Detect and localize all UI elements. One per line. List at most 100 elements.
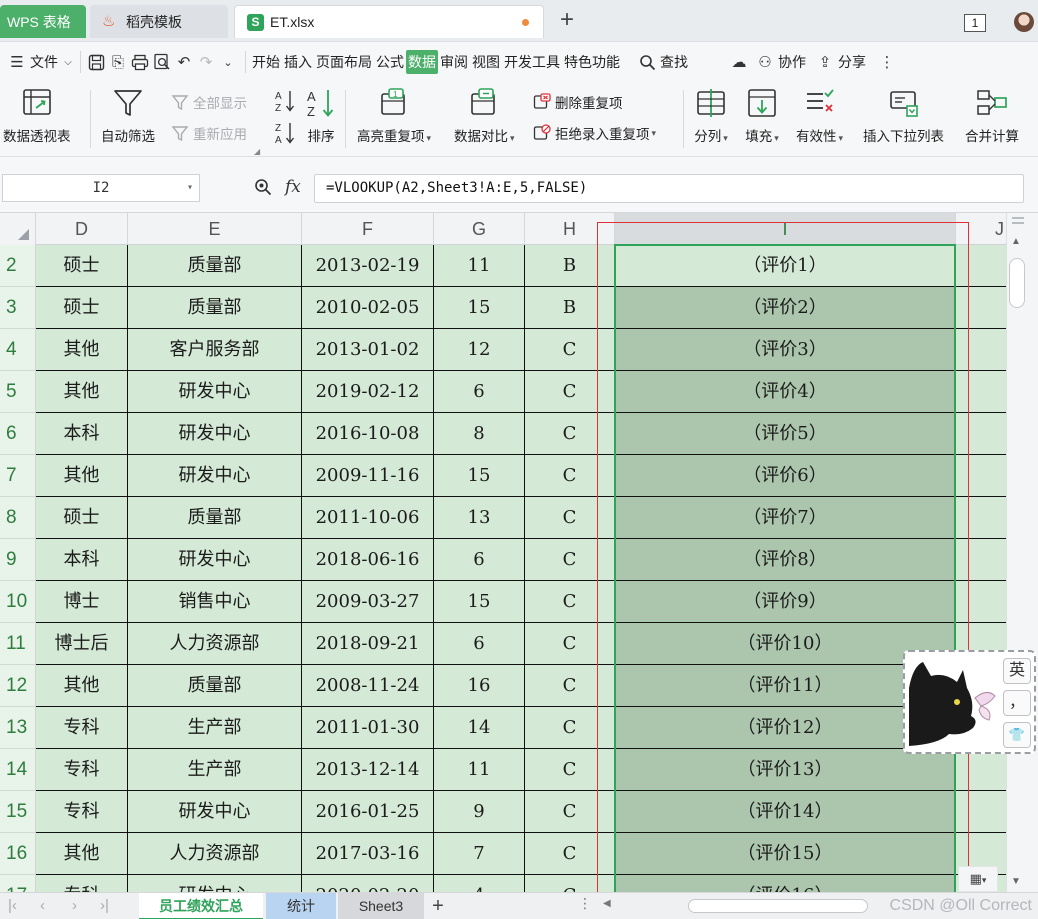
cell-d[interactable]: 博士后 [36, 623, 128, 665]
column-header-j[interactable]: J [956, 213, 1006, 245]
spreadsheet-grid[interactable]: D E F G H I J 2 硕士 质量部 2013-02-19 11 B （评价1） 3 硕… [0, 213, 1006, 892]
cell-f[interactable]: 2013-02-19 [302, 245, 434, 287]
row-header[interactable]: 14 [0, 749, 36, 791]
cell-f[interactable]: 2009-03-27 [302, 581, 434, 623]
window-count-badge[interactable]: 1 [964, 14, 986, 32]
cell-f[interactable]: 2011-10-06 [302, 497, 434, 539]
cell-i[interactable]: （评价5） [615, 413, 956, 455]
share-icon[interactable]: ⇪ [814, 51, 836, 73]
row-header[interactable]: 3 [0, 287, 36, 329]
cell-d[interactable]: 专科 [36, 749, 128, 791]
cell-d[interactable]: 其他 [36, 455, 128, 497]
ime-skin-icon[interactable]: 👕 [1003, 722, 1031, 748]
save-icon[interactable] [85, 51, 107, 73]
last-sheet-icon[interactable]: ›| [100, 897, 109, 914]
cell-i[interactable]: （评价8） [615, 539, 956, 581]
cell-g[interactable]: 6 [434, 371, 525, 413]
hamburger-menu-icon[interactable]: ☰ [6, 51, 28, 73]
next-sheet-icon[interactable]: › [72, 897, 77, 914]
cell-e[interactable]: 质量部 [128, 245, 302, 287]
row-header[interactable]: 5 [0, 371, 36, 413]
cell-e[interactable]: 人力资源部 [128, 623, 302, 665]
cell-e[interactable]: 生产部 [128, 749, 302, 791]
cell-f[interactable]: 2019-02-12 [302, 371, 434, 413]
first-sheet-icon[interactable]: |‹ [8, 897, 17, 914]
cell-i[interactable]: （评价2） [615, 287, 956, 329]
cell-g[interactable]: 15 [434, 287, 525, 329]
menu-search[interactable]: 查找 [658, 50, 690, 74]
redo-icon[interactable]: ↷ [195, 51, 217, 73]
vertical-scroll-thumb[interactable] [1009, 258, 1025, 308]
cell-j[interactable] [956, 413, 1006, 455]
cell-h[interactable]: C [525, 455, 615, 497]
cell-g[interactable]: 16 [434, 665, 525, 707]
cell-d[interactable]: 专科 [36, 875, 128, 892]
fill-button[interactable]: 填充 ▾ [745, 86, 779, 145]
row-header[interactable]: 12 [0, 665, 36, 707]
menu-developer[interactable]: 开发工具 [502, 50, 562, 74]
menu-formulas[interactable]: 公式 [374, 50, 406, 74]
cell-h[interactable]: C [525, 581, 615, 623]
cell-h[interactable]: C [525, 539, 615, 581]
cell-h[interactable]: B [525, 245, 615, 287]
menu-special-features[interactable]: 特色功能 [562, 50, 622, 74]
cell-j[interactable] [956, 581, 1006, 623]
more-options-icon[interactable]: ⋮ [578, 895, 592, 912]
cell-j[interactable] [956, 329, 1006, 371]
highlight-duplicates-button[interactable]: 1 高亮重复项 ▾ [357, 86, 431, 145]
cloud-sync-icon[interactable]: ☁ [728, 51, 750, 73]
row-header[interactable]: 7 [0, 455, 36, 497]
cell-d[interactable]: 其他 [36, 833, 128, 875]
cell-f[interactable]: 2018-09-21 [302, 623, 434, 665]
cell-j[interactable] [956, 497, 1006, 539]
data-validation-button[interactable]: 有效性 ▾ [796, 86, 843, 145]
menu-page-layout[interactable]: 页面布局 [314, 50, 374, 74]
cell-i[interactable]: （评价9） [615, 581, 956, 623]
cell-i[interactable]: （评价14） [615, 791, 956, 833]
sort-descending-button[interactable]: ZA [274, 120, 296, 146]
horizontal-scroll-thumb[interactable] [688, 899, 868, 913]
cell-g[interactable]: 6 [434, 623, 525, 665]
menu-data[interactable]: 数据 [406, 50, 438, 74]
cell-f[interactable]: 2017-03-16 [302, 833, 434, 875]
reapply-button[interactable]: 重新应用 [171, 123, 247, 143]
cell-d[interactable]: 其他 [36, 665, 128, 707]
cell-e[interactable]: 研发中心 [128, 371, 302, 413]
scroll-left-icon[interactable]: ◀ [603, 898, 611, 909]
zoom-cell-icon[interactable] [254, 178, 272, 196]
cell-d[interactable]: 其他 [36, 329, 128, 371]
scroll-up-icon[interactable]: ▲ [1011, 236, 1021, 247]
row-header[interactable]: 9 [0, 539, 36, 581]
cell-g[interactable]: 12 [434, 329, 525, 371]
cell-g[interactable]: 15 [434, 455, 525, 497]
cell-d[interactable]: 本科 [36, 413, 128, 455]
print-icon[interactable] [129, 51, 151, 73]
cell-h[interactable]: C [525, 833, 615, 875]
cell-d[interactable]: 本科 [36, 539, 128, 581]
text-to-columns-button[interactable]: 分列 ▾ [694, 86, 728, 145]
menu-home[interactable]: 开始 [250, 50, 282, 74]
user-avatar[interactable] [1014, 12, 1034, 32]
cell-e[interactable]: 生产部 [128, 707, 302, 749]
cell-e[interactable]: 质量部 [128, 665, 302, 707]
menu-insert[interactable]: 插入 [282, 50, 314, 74]
row-header[interactable]: 8 [0, 497, 36, 539]
collaborate-icon[interactable]: ⚇ [754, 51, 776, 73]
cell-j[interactable] [956, 455, 1006, 497]
column-header-e[interactable]: E [128, 213, 302, 245]
chevron-down-icon[interactable]: ⌵ [60, 51, 76, 73]
row-header[interactable]: 2 [0, 245, 36, 287]
cell-h[interactable]: C [525, 749, 615, 791]
cell-d[interactable]: 硕士 [36, 287, 128, 329]
row-header[interactable]: 11 [0, 623, 36, 665]
sort-ascending-button[interactable]: AZ [274, 88, 296, 114]
cell-e[interactable]: 人力资源部 [128, 833, 302, 875]
cell-f[interactable]: 2013-12-14 [302, 749, 434, 791]
cell-h[interactable]: C [525, 791, 615, 833]
split-handle-icon[interactable] [1012, 217, 1024, 224]
cell-g[interactable]: 13 [434, 497, 525, 539]
cell-j[interactable] [956, 749, 1006, 791]
prev-sheet-icon[interactable]: ‹ [40, 897, 45, 914]
cell-g[interactable]: 9 [434, 791, 525, 833]
menu-view[interactable]: 视图 [470, 50, 502, 74]
